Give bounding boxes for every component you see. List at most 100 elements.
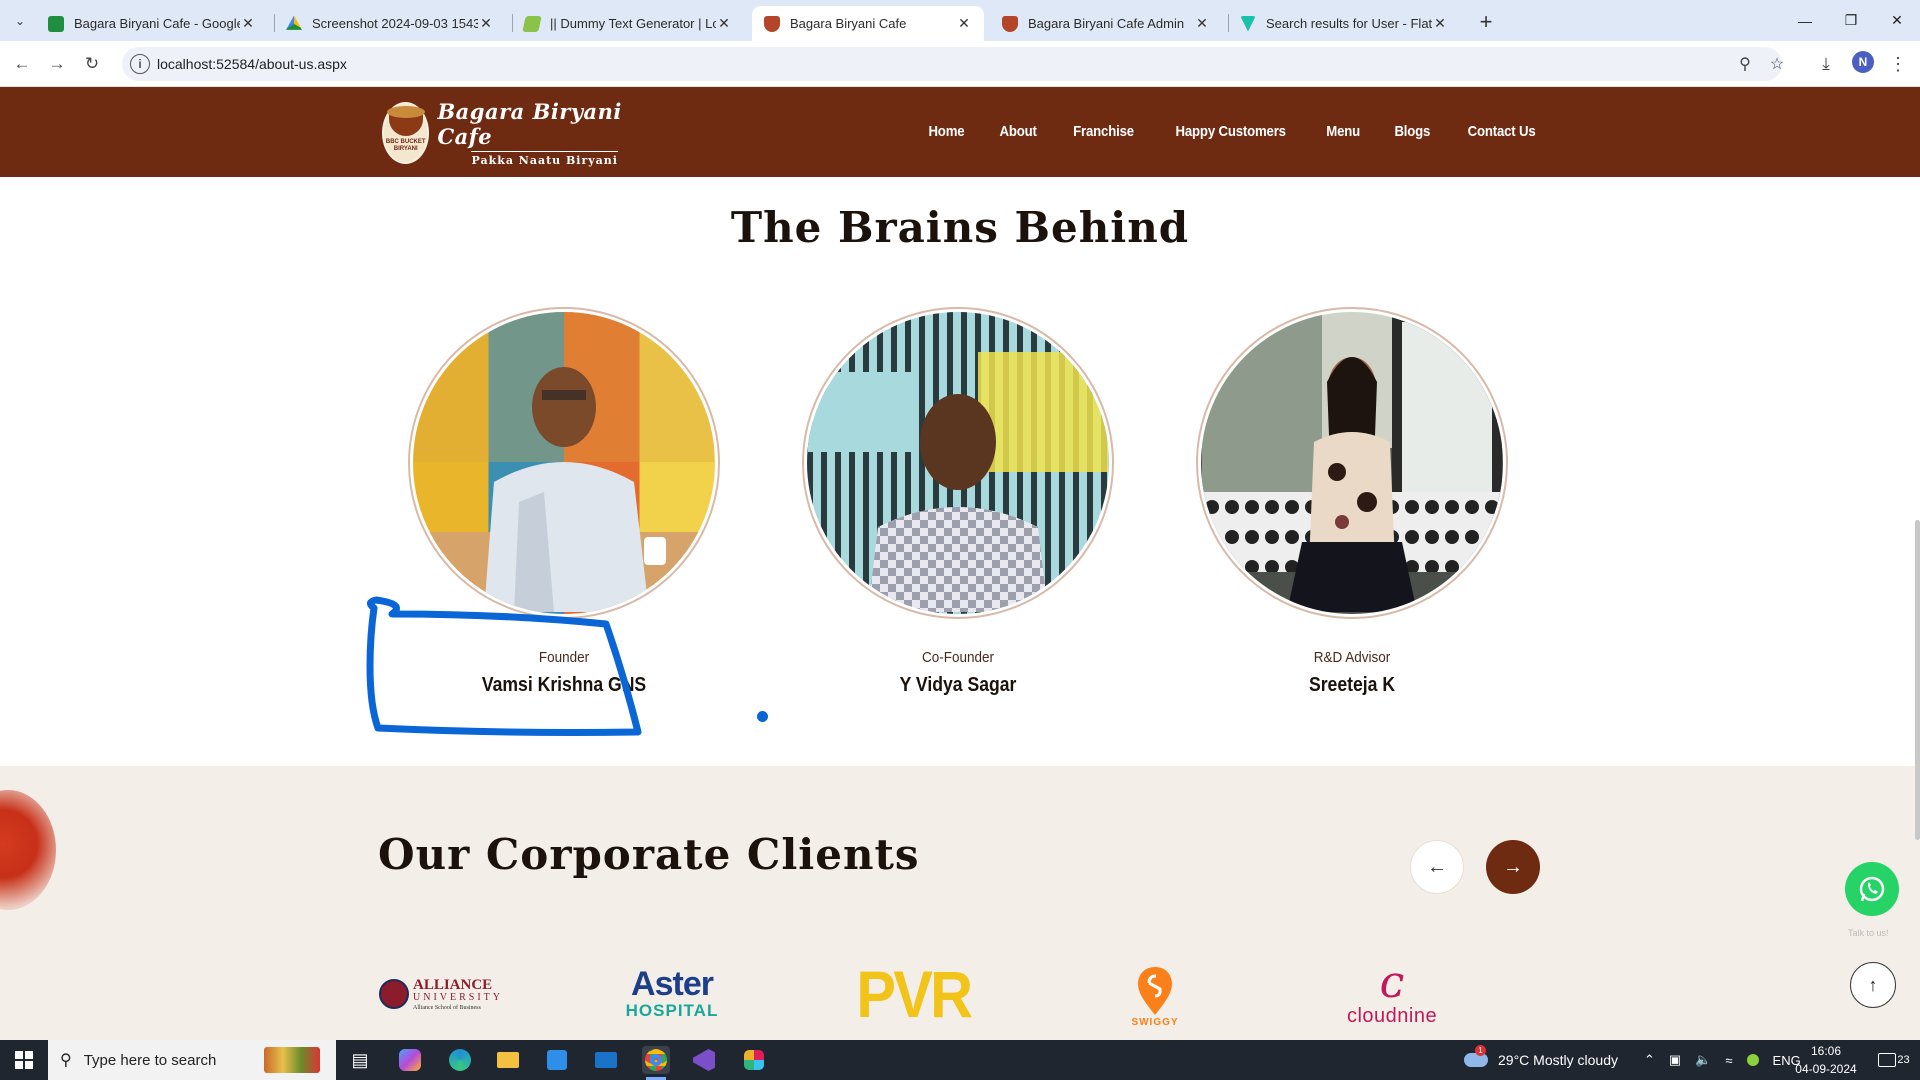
store-icon[interactable] [543,1046,571,1074]
windows-start-icon[interactable] [0,1040,48,1080]
nav-about[interactable]: About [1000,123,1037,140]
logo-text: ALLIANCE [413,976,493,993]
tab-search-chevron-icon[interactable]: ⌄ [8,9,32,33]
nav-happy-customers[interactable]: Happy Customers [1176,123,1287,140]
tab-bagara-biryani-cafe[interactable]: Bagara Biryani Cafe ✕ [752,6,984,41]
client-logo-cloudnine: ᴄ cloudnine [1340,958,1444,1030]
founder-portrait-image [414,312,714,612]
weather-text: 29°C Mostly cloudy [1498,1052,1618,1068]
whatsapp-button[interactable] [1845,862,1899,916]
member-photo [802,307,1114,619]
logo-text: cloudnine [1346,1004,1438,1027]
logo-title: Bagara Biryani Cafe [437,99,622,149]
page-scrollbar[interactable] [1915,520,1920,840]
tab-title: Bagara Biryani Cafe - Google Sh [74,16,240,31]
whatsapp-icon [1859,876,1885,902]
tab-dummy-text[interactable]: || Dummy Text Generator | Lore ✕ [512,6,744,41]
edge-icon[interactable] [446,1046,474,1074]
visual-studio-icon[interactable] [690,1046,718,1074]
mail-icon[interactable] [592,1046,620,1074]
site-info-icon[interactable]: i [130,54,150,74]
nav-franchise[interactable]: Franchise [1073,123,1134,140]
hand-drawn-highlight-annotation [366,596,642,736]
address-url[interactable]: localhost:52584/about-us.aspx [157,56,347,72]
tab-admin[interactable]: Bagara Biryani Cafe Admin ✕ [990,6,1222,41]
team-member-card: R&D Advisor Sreeteja K [1196,307,1508,697]
close-tab-icon[interactable]: ✕ [716,15,732,32]
drive-icon [286,15,302,30]
chrome-icon[interactable] [642,1046,670,1074]
member-photo [1196,307,1508,619]
close-tab-icon[interactable]: ✕ [478,15,494,32]
vpn-icon[interactable] [1746,1054,1759,1066]
address-bar[interactable]: i localhost:52584/about-us.aspx ⚲ ☆ [122,47,1784,81]
tab-title: Bagara Biryani Cafe Admin [1028,16,1185,31]
forward-arrow-icon[interactable]: → [43,50,71,78]
member-photo [408,307,720,619]
client-logo-pvr: PVR [856,957,973,1031]
chevron-up-icon[interactable]: ⌃ [1644,1052,1655,1068]
cloudnine-c-icon: ᴄ [1379,956,1405,1008]
tab-title: || Dummy Text Generator | Lore [550,16,716,31]
client-logo-alliance: ALLIANCE UNIVERSITY Alliance School of B… [378,958,504,1030]
restore-icon[interactable]: ❐ [1828,0,1874,41]
biryani-icon [1002,15,1018,32]
browser-menu-icon[interactable]: ⋮ [1884,50,1912,78]
logo-text: HOSPITAL [625,1001,719,1020]
logo-badge: BBC BUCKET BIRYANI [382,102,430,164]
profile-avatar[interactable]: N [1852,51,1874,73]
nav-contact-us[interactable]: Contact Us [1467,123,1535,140]
site-logo[interactable]: BBC BUCKET BIRYANI Bagara Biryani Cafe P… [382,99,652,167]
tab-title: Screenshot 2024-09-03 154309 [312,16,478,31]
bookmark-star-icon[interactable]: ☆ [1766,53,1788,75]
notification-center-icon[interactable]: 23 [1874,1040,1914,1080]
minimize-icon[interactable]: — [1782,0,1828,41]
annotation-dot [757,711,768,722]
weather-widget[interactable]: 1 29°C Mostly cloudy [1464,1040,1618,1080]
clients-section-title: Our Corporate Clients [378,830,920,879]
volume-muted-icon[interactable]: 🔈 [1695,1052,1711,1068]
tab-title: Bagara Biryani Cafe [790,16,907,31]
site-header: BBC BUCKET BIRYANI Bagara Biryani Cafe P… [0,87,1920,177]
close-tab-icon[interactable]: ✕ [956,15,972,32]
scroll-to-top-arrow-icon[interactable]: ↑ [1850,962,1896,1008]
wifi-icon[interactable]: ≈ [1725,1053,1732,1068]
nav-menu[interactable]: Menu [1326,123,1360,140]
member-name: Sreeteja K [1308,674,1396,696]
browser-tab-strip: ⌄ Bagara Biryani Cafe - Google Sh ✕ Scre… [0,0,1920,41]
carousel-prev-arrow-icon[interactable]: ← [1410,840,1464,894]
file-explorer-icon[interactable] [494,1046,522,1074]
taskbar-search[interactable]: ⚲ Type here to search [48,1040,336,1080]
tab-flaticon[interactable]: Search results for User - Flatico ✕ [1228,6,1460,41]
reload-icon[interactable]: ↻ [78,50,106,78]
nav-home[interactable]: Home [929,123,965,140]
task-view-icon[interactable]: ▤ [346,1046,374,1074]
zoom-icon[interactable]: ⚲ [1734,53,1756,75]
tab-google-sheets[interactable]: Bagara Biryani Cafe - Google Sh ✕ [36,6,268,41]
carousel-next-arrow-icon[interactable]: → [1486,840,1540,894]
advisor-portrait-image [1202,312,1502,612]
download-icon[interactable]: ⤓ [1812,50,1840,78]
cloud-weather-icon: 1 [1464,1045,1488,1067]
taskbar-search-placeholder: Type here to search [83,1051,217,1069]
close-window-icon[interactable]: ✕ [1874,0,1920,41]
close-tab-icon[interactable]: ✕ [240,15,256,32]
co-founder-portrait-image [808,352,1108,612]
clock-date: 04-09-2024 [1795,1062,1857,1076]
tab-screenshot[interactable]: Screenshot 2024-09-03 154309 ✕ [274,6,506,41]
close-tab-icon[interactable]: ✕ [1432,15,1448,32]
copilot-icon[interactable] [396,1046,424,1074]
team-member-card: Co-Founder Y Vidya Sagar [802,307,1114,697]
biryani-icon [764,15,780,32]
slack-icon[interactable] [740,1046,768,1074]
weather-badge: 1 [1475,1045,1486,1056]
back-arrow-icon[interactable]: ← [8,50,36,78]
taskbar-clock[interactable]: 16:06 04-09-2024 [1790,1042,1862,1078]
clock-time: 16:06 [1810,1044,1842,1058]
close-tab-icon[interactable]: ✕ [1194,15,1210,32]
member-name: Y Vidya Sagar [899,674,1017,696]
new-tab-plus-icon[interactable]: + [1472,8,1500,36]
nav-blogs[interactable]: Blogs [1395,123,1431,140]
meet-now-icon[interactable]: ▣ [1669,1052,1681,1068]
generator-icon [522,15,542,32]
